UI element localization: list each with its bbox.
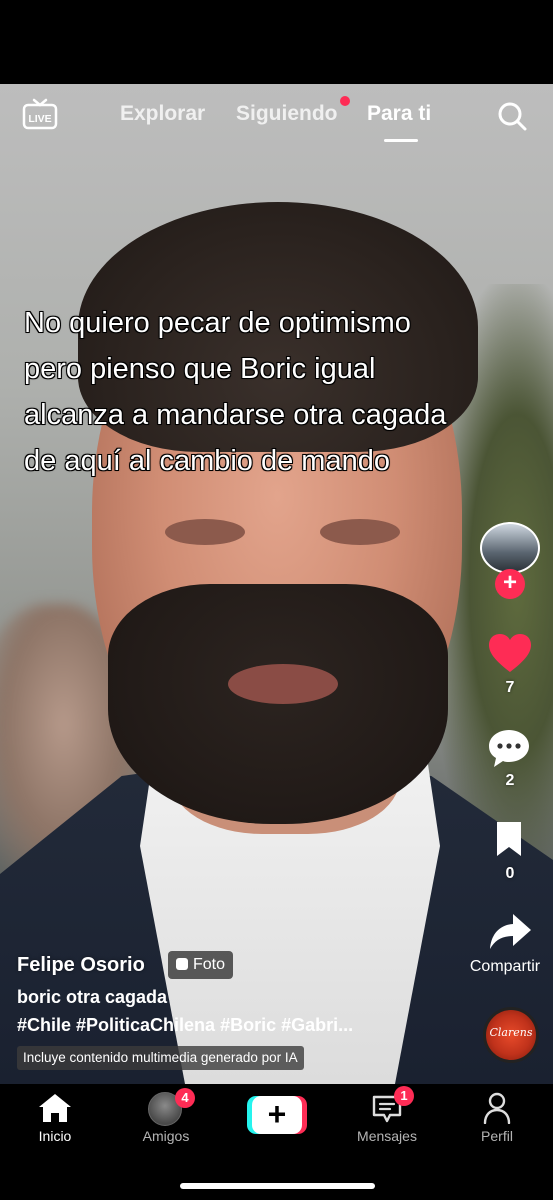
heart-icon[interactable] (487, 632, 533, 674)
post-hashtags[interactable]: #Chile #PoliticaChilena #Boric #Gabri... (17, 1015, 417, 1036)
home-indicator (180, 1183, 375, 1189)
photo-badge: Foto (168, 951, 234, 979)
search-icon[interactable] (496, 100, 528, 132)
overlay-line: de aquí al cambio de mando (23, 444, 390, 477)
tab-para-ti[interactable]: Para ti (367, 102, 431, 126)
creator-avatar[interactable] (480, 522, 540, 574)
nav-inicio-label: Inicio (38, 1128, 72, 1144)
nav-mensajes-label: Mensajes (357, 1128, 417, 1144)
share-label: Compartir (469, 958, 541, 975)
siguiendo-notification-dot (340, 96, 350, 106)
saves-count: 0 (505, 865, 515, 882)
beard (108, 584, 448, 824)
photo-badge-label: Foto (193, 956, 226, 973)
create-button[interactable]: + (247, 1096, 307, 1134)
overlay-line: alcanza a mandarse otra cagada (23, 398, 447, 431)
tab-explorar[interactable]: Explorar (120, 102, 205, 126)
music-disc[interactable]: Clarens (483, 1007, 539, 1063)
right-eye (320, 519, 400, 545)
nav-amigos-label: Amigos (142, 1128, 190, 1144)
music-disc-text: Clarens (489, 1026, 533, 1039)
bookmark-icon[interactable] (494, 820, 524, 858)
home-icon (39, 1094, 71, 1122)
overlay-line: No quiero pecar de optimismo (23, 306, 411, 339)
photo-icon (176, 958, 188, 970)
ai-generated-label[interactable]: Incluye contenido multimedia generado po… (17, 1046, 304, 1070)
nav-perfil-label: Perfil (481, 1128, 513, 1144)
video-feed-item[interactable] (0, 84, 553, 1084)
active-tab-indicator (384, 139, 418, 142)
comments-count: 2 (505, 772, 515, 789)
left-eye (165, 519, 245, 545)
mensajes-badge: 1 (394, 1086, 414, 1106)
live-icon[interactable]: LIVE (22, 98, 58, 130)
tab-siguiendo[interactable]: Siguiendo (236, 102, 338, 126)
status-bar (0, 0, 553, 84)
author-name[interactable]: Felipe Osorio (17, 954, 145, 977)
post-overlay-text: No quiero pecar de optimismo pero pienso… (23, 300, 529, 484)
mouth (228, 664, 338, 704)
amigos-badge: 4 (175, 1088, 195, 1108)
overlay-line: pero pienso que Boric igual (23, 352, 376, 385)
share-icon[interactable] (488, 912, 532, 952)
plus-icon: + (252, 1096, 302, 1134)
profile-icon (483, 1092, 511, 1124)
comment-icon[interactable] (486, 727, 532, 769)
post-caption[interactable]: boric otra cagada (17, 987, 167, 1008)
live-label: LIVE (28, 113, 51, 125)
follow-button[interactable]: + (495, 569, 525, 599)
likes-count: 7 (505, 679, 515, 696)
